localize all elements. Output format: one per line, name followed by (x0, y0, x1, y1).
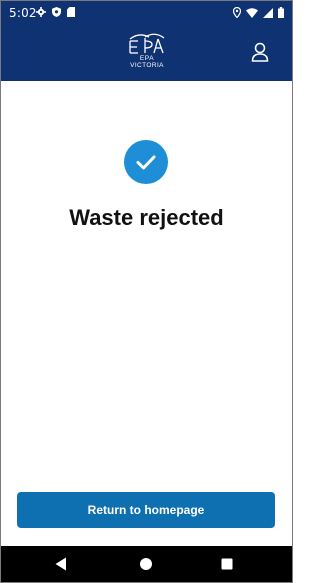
location-icon (232, 6, 242, 19)
recents-icon[interactable] (221, 558, 233, 570)
check-icon (136, 155, 156, 170)
return-to-homepage-button[interactable]: Return to homepage (17, 492, 275, 528)
logo-text-victoria: VICTORIA (130, 62, 164, 69)
sd-card-icon (67, 7, 75, 17)
app-screen: 5:02 EPA VICTORIA Waste rejected Return … (0, 0, 293, 583)
app-header: 5:02 EPA VICTORIA (1, 1, 292, 81)
status-right-icons (232, 6, 284, 19)
status-bar: 5:02 (1, 1, 292, 27)
epa-victoria-logo: EPA VICTORIA (127, 33, 167, 73)
settings-icon (36, 7, 46, 17)
signal-icon (263, 7, 273, 18)
epa-logo-mark-icon (129, 33, 165, 54)
status-time: 5:02 (9, 6, 37, 20)
battery-icon (278, 7, 284, 18)
user-icon (251, 42, 269, 62)
return-button-label: Return to homepage (87, 503, 205, 517)
back-icon[interactable] (55, 557, 67, 571)
wifi-icon (246, 7, 258, 18)
status-left-icons (36, 7, 75, 17)
profile-button[interactable] (249, 41, 271, 63)
shield-icon (52, 7, 61, 17)
logo-text-epa: EPA (139, 55, 155, 62)
home-icon[interactable] (139, 557, 153, 571)
page-title: Waste rejected (69, 205, 224, 230)
success-check-badge (124, 140, 168, 184)
android-nav-bar (1, 546, 292, 582)
